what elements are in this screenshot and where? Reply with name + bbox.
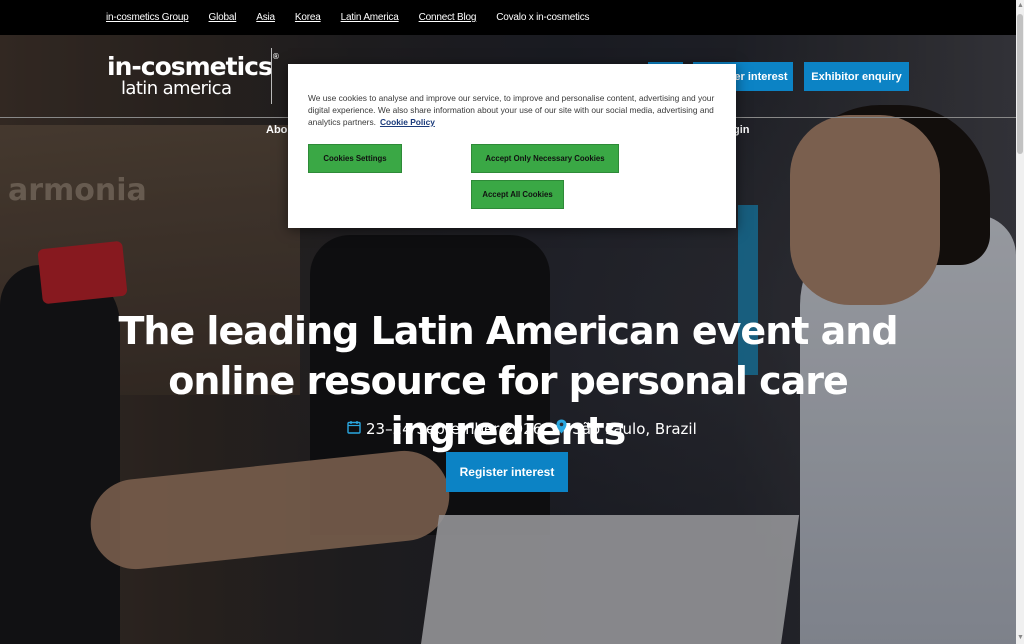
top-link-asia[interactable]: Asia [256, 12, 275, 23]
accept-necessary-cookies-button[interactable]: Accept Only Necessary Cookies [471, 144, 619, 173]
event-location: São Paulo, Brazil [572, 419, 697, 438]
top-link-connect-blog[interactable]: Connect Blog [419, 12, 477, 23]
top-link-covalo[interactable]: Covalo x in-cosmetics [496, 12, 589, 23]
scrollbar-thumb[interactable] [1017, 14, 1023, 154]
exhibitor-enquiry-button[interactable]: Exhibitor enquiry [804, 62, 909, 91]
accept-all-cookies-button[interactable]: Accept All Cookies [471, 180, 564, 209]
logo-registered-mark: ® [271, 52, 280, 61]
cookie-text: We use cookies to analyse and improve ou… [308, 93, 715, 127]
calendar-icon [347, 420, 361, 438]
logo-text: in-cosmetics [107, 52, 273, 81]
location-pin-icon [556, 419, 567, 438]
scroll-up-arrow-icon[interactable]: ▲ [1017, 2, 1024, 10]
page-scrollbar[interactable]: ▲ ▼ [1016, 0, 1024, 644]
cookies-settings-button[interactable]: Cookies Settings [308, 144, 402, 173]
register-interest-button[interactable]: Register interest [446, 452, 568, 492]
top-link-latin-america[interactable]: Latin America [341, 12, 399, 23]
cookie-policy-link[interactable]: Cookie Policy [380, 117, 435, 127]
scroll-down-arrow-icon[interactable]: ▼ [1017, 634, 1024, 642]
top-link-group[interactable]: in-cosmetics Group [106, 12, 189, 23]
cookie-consent-dialog: We use cookies to analyse and improve ou… [288, 64, 736, 228]
cookie-text-block: We use cookies to analyse and improve ou… [308, 92, 716, 128]
event-info: 23–24 September 2026 São Paulo, Brazil [347, 419, 697, 438]
logo-divider [271, 48, 272, 104]
logo-main[interactable]: in-cosmetics® [107, 52, 280, 81]
logo-subtitle: latin america [121, 78, 232, 99]
top-bar: in-cosmetics Group Global Asia Korea Lat… [0, 0, 1016, 35]
top-link-global[interactable]: Global [209, 12, 237, 23]
top-links: in-cosmetics Group Global Asia Korea Lat… [106, 12, 609, 23]
event-date: 23–24 September 2026 [366, 419, 543, 438]
top-link-korea[interactable]: Korea [295, 12, 321, 23]
